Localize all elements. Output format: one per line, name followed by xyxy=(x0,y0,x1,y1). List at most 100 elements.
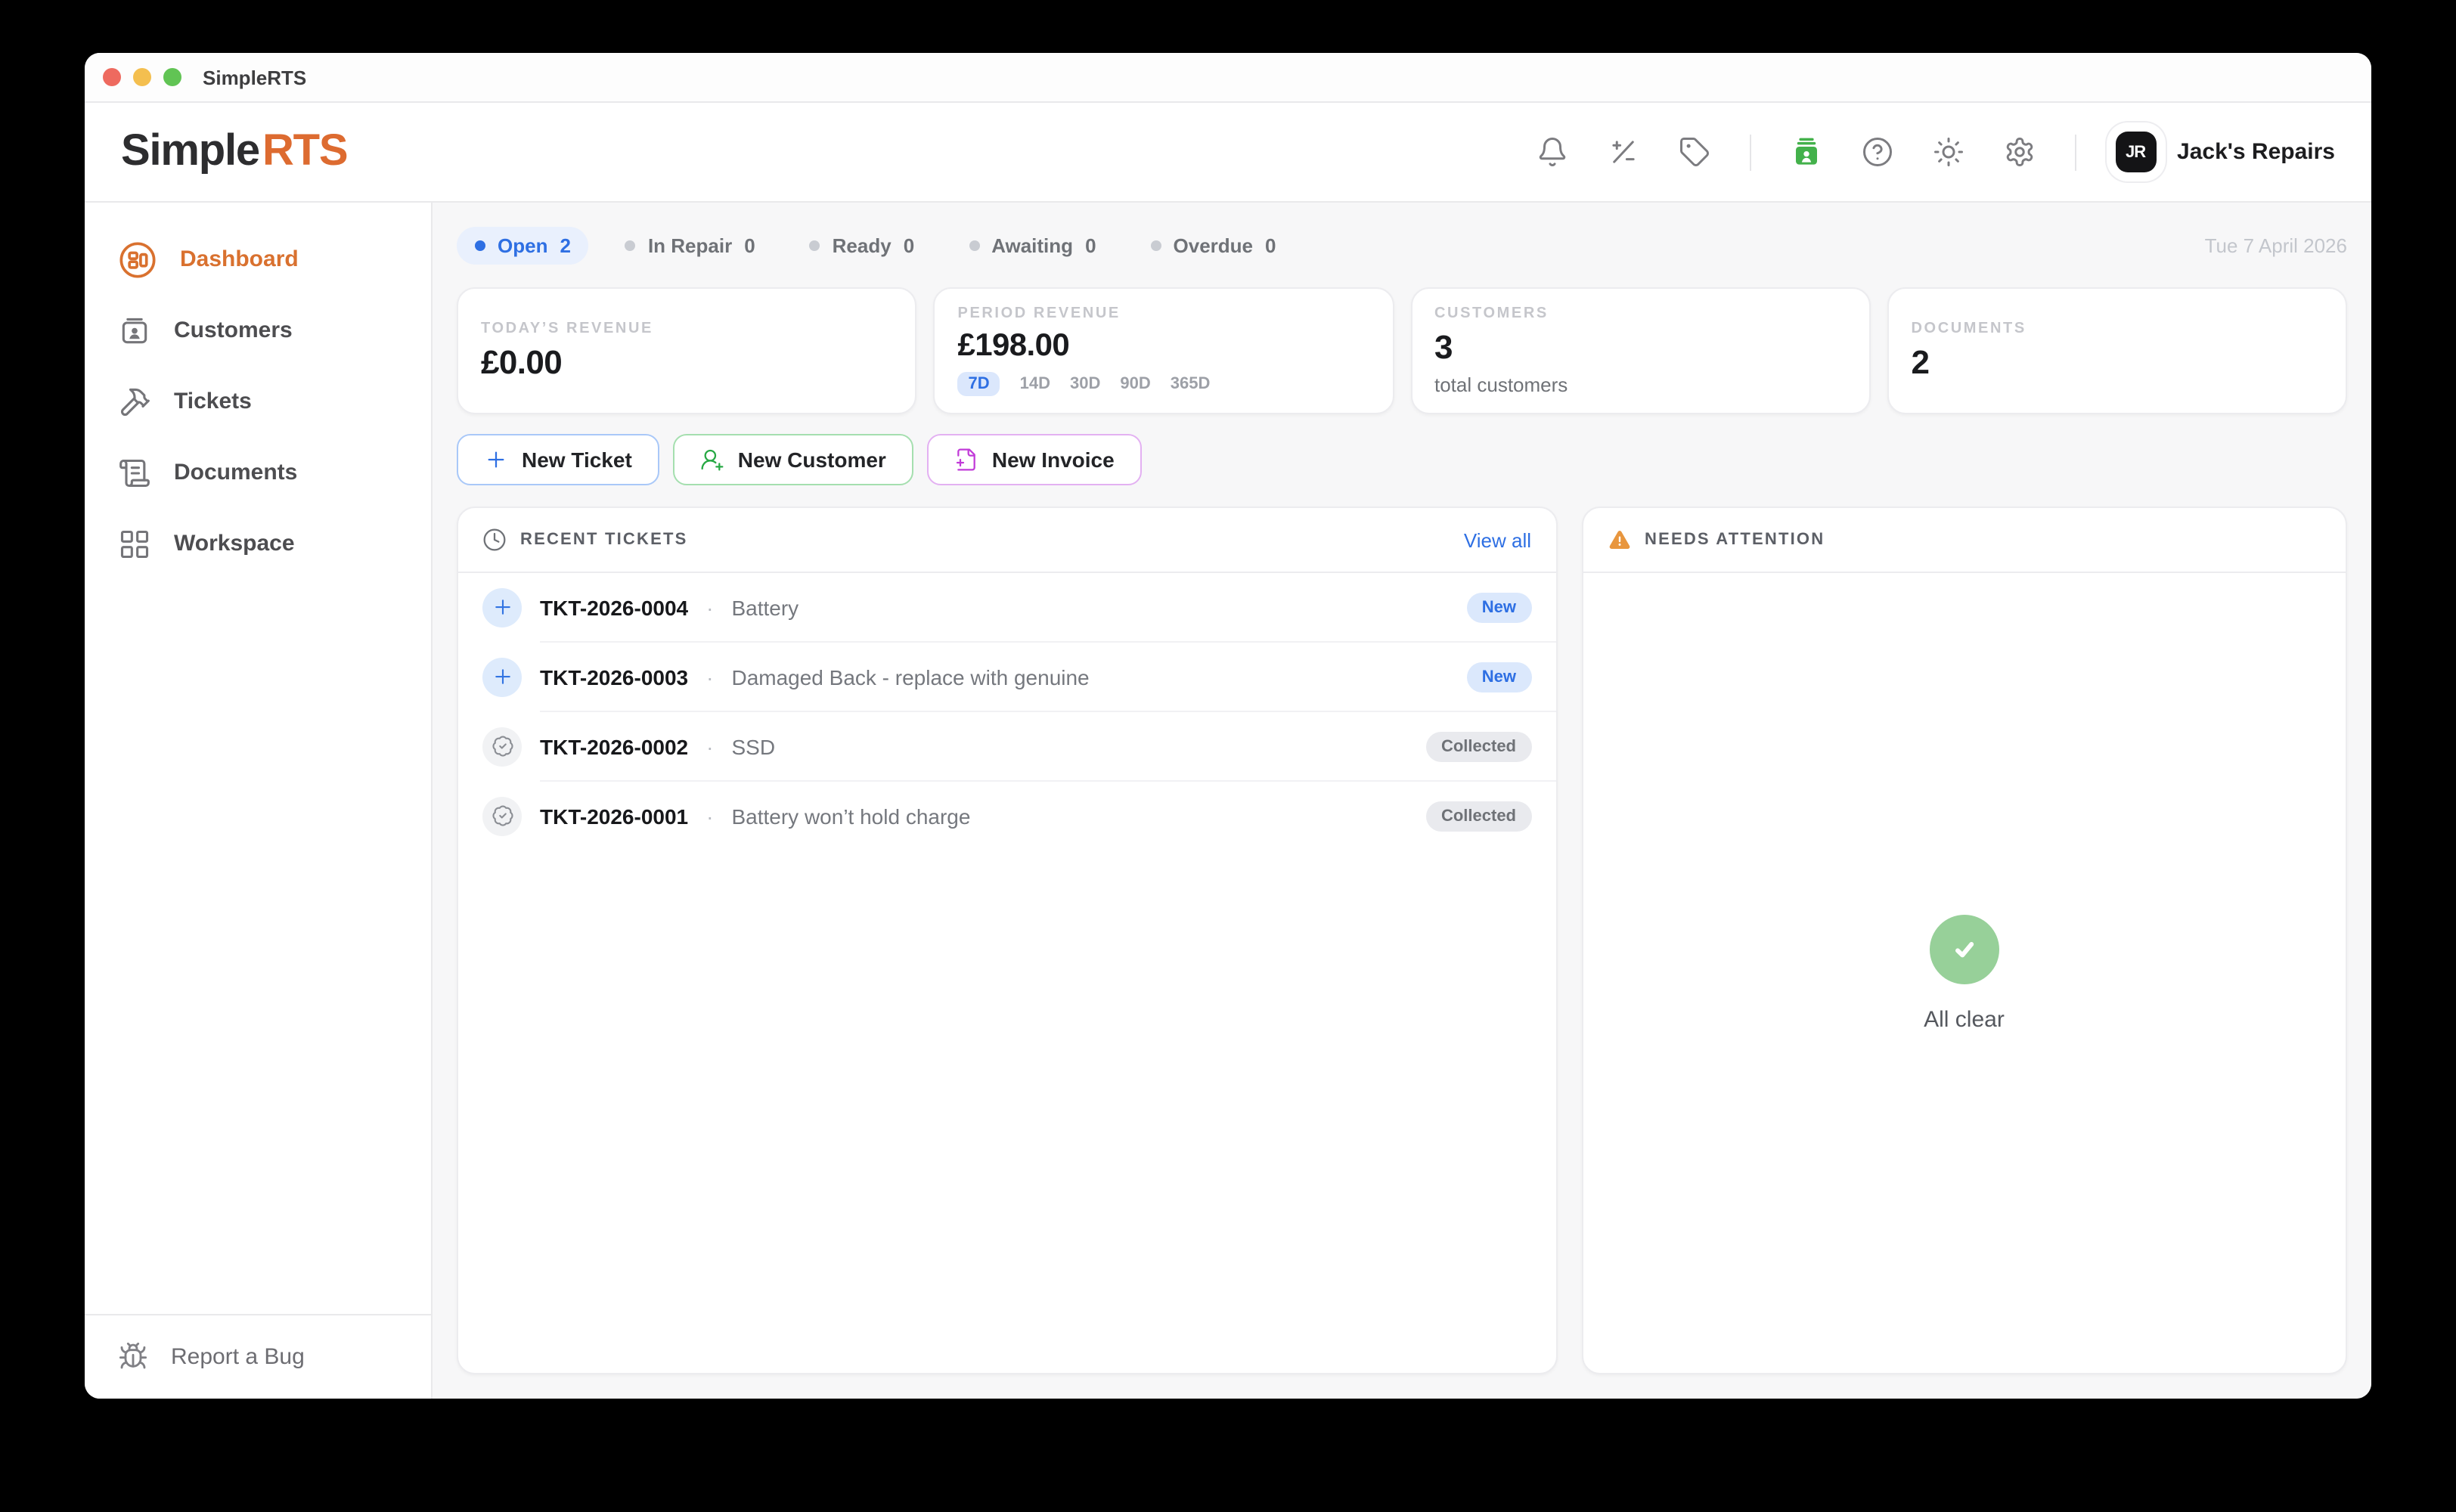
app-logo: Simple RTS xyxy=(121,127,347,177)
new-ticket-button[interactable]: New Ticket xyxy=(457,434,659,485)
dashboard-main: Open 2 In Repair 0 Ready 0 Awaiting 0 xyxy=(433,203,2371,1399)
settings-gear-icon[interactable] xyxy=(2003,136,2035,168)
close-window-button[interactable] xyxy=(103,68,121,86)
panel-title-text: NEEDS ATTENTION xyxy=(1645,531,1825,549)
status-filter-in-repair[interactable]: In Repair 0 xyxy=(607,227,774,265)
minimize-window-button[interactable] xyxy=(133,68,151,86)
status-label: Ready xyxy=(833,234,892,257)
adjustments-plus-minus-icon[interactable] xyxy=(1607,136,1639,168)
ticket-row[interactable]: TKT-2026-0001 · Battery won’t hold charg… xyxy=(458,782,1555,850)
separator: · xyxy=(706,665,713,689)
needs-attention-body: All clear xyxy=(1583,573,2346,1373)
period-selector: 7D 14D 30D 90D 365D xyxy=(958,372,1370,396)
ticket-row[interactable]: TKT-2026-0002 · SSD Collected xyxy=(458,712,1555,780)
todays-revenue-card: TODAY’S REVENUE £0.00 xyxy=(457,287,917,414)
ticket-row[interactable]: TKT-2026-0004 · Battery New xyxy=(458,573,1555,641)
sidebar-item-documents[interactable]: Documents xyxy=(85,437,431,508)
panel-title-text: RECENT TICKETS xyxy=(520,531,688,549)
contact-card-icon[interactable] xyxy=(1790,136,1822,168)
zoom-window-button[interactable] xyxy=(163,68,181,86)
ticket-id: TKT-2026-0003 xyxy=(540,665,688,689)
header-actions: JR Jack's Repairs xyxy=(1536,132,2335,172)
hammer-icon xyxy=(118,385,151,418)
dashboard-panels: RECENT TICKETS View all TKT-2026-0004 · … xyxy=(457,507,2347,1374)
status-dot xyxy=(625,240,636,251)
quick-actions: New Ticket New Customer New Invoice xyxy=(457,434,2347,485)
sidebar-item-label: Workspace xyxy=(174,531,295,556)
current-date: Tue 7 April 2026 xyxy=(2205,234,2347,257)
period-revenue-value: £198.00 xyxy=(958,328,1370,364)
status-filter-overdue[interactable]: Overdue 0 xyxy=(1133,227,1295,265)
ticket-status-badge: New xyxy=(1467,662,1531,692)
period-option-365d[interactable]: 365D xyxy=(1171,375,1211,393)
status-count: 0 xyxy=(1085,234,1096,257)
period-option-14d[interactable]: 14D xyxy=(1020,375,1050,393)
avatar: JR xyxy=(2115,132,2156,172)
customers-card: CUSTOMERS 3 total customers xyxy=(1410,287,1871,414)
ticket-collected-icon xyxy=(482,727,522,766)
period-option-90d[interactable]: 90D xyxy=(1120,375,1150,393)
new-customer-button[interactable]: New Customer xyxy=(673,434,913,485)
status-dot xyxy=(969,240,979,251)
sidebar-item-label: Customers xyxy=(174,318,293,343)
card-label: DOCUMENTS xyxy=(1912,320,2324,336)
content: Dashboard Customers Tickets Documents Wo… xyxy=(85,203,2371,1399)
recent-tickets-title: RECENT TICKETS xyxy=(482,528,688,552)
warning-triangle-icon xyxy=(1607,528,1631,552)
ticket-row[interactable]: TKT-2026-0003 · Damaged Back - replace w… xyxy=(458,643,1555,711)
needs-attention-header: NEEDS ATTENTION xyxy=(1583,508,2346,573)
status-label: Open xyxy=(498,234,547,257)
contact-card-icon xyxy=(118,314,151,347)
user-plus-icon xyxy=(700,448,724,472)
status-count: 0 xyxy=(744,234,755,257)
view-all-link[interactable]: View all xyxy=(1464,528,1531,551)
ticket-new-icon xyxy=(482,657,522,696)
status-count: 0 xyxy=(1265,234,1276,257)
status-dot xyxy=(1151,240,1161,251)
status-filter-open[interactable]: Open 2 xyxy=(457,227,589,265)
ticket-status-badge: Collected xyxy=(1426,731,1531,761)
sidebar-item-label: Dashboard xyxy=(180,246,299,272)
bug-icon xyxy=(118,1341,148,1371)
sidebar-footer: Report a Bug xyxy=(85,1314,431,1399)
sidebar-item-workspace[interactable]: Workspace xyxy=(85,508,431,579)
notifications-bell-icon[interactable] xyxy=(1536,136,1568,168)
header-divider xyxy=(1749,134,1751,170)
period-option-30d[interactable]: 30D xyxy=(1070,375,1100,393)
logo-text-accent: RTS xyxy=(262,127,347,177)
app-window: SimpleRTS Simple RTS xyxy=(85,53,2371,1399)
grid-icon xyxy=(118,527,151,560)
status-label: Overdue xyxy=(1174,234,1254,257)
documents-value: 2 xyxy=(1912,342,2324,382)
status-label: Awaiting xyxy=(991,234,1073,257)
help-icon[interactable] xyxy=(1861,136,1893,168)
status-filter-ready[interactable]: Ready 0 xyxy=(792,227,933,265)
dashboard-icon xyxy=(118,240,157,279)
status-label: In Repair xyxy=(648,234,732,257)
status-dot xyxy=(810,240,820,251)
logo-text-primary: Simple xyxy=(121,127,259,177)
report-bug-button[interactable]: Report a Bug xyxy=(85,1323,431,1390)
account-menu[interactable]: JR Jack's Repairs xyxy=(2115,132,2335,172)
separator: · xyxy=(706,734,713,758)
ticket-status-badge: Collected xyxy=(1426,801,1531,831)
sidebar: Dashboard Customers Tickets Documents Wo… xyxy=(85,203,433,1399)
sidebar-item-tickets[interactable]: Tickets xyxy=(85,366,431,437)
account-name: Jack's Repairs xyxy=(2177,139,2335,165)
tag-icon[interactable] xyxy=(1678,136,1710,168)
needs-attention-title: NEEDS ATTENTION xyxy=(1607,528,1825,552)
todays-revenue-value: £0.00 xyxy=(481,342,893,382)
titlebar: SimpleRTS xyxy=(85,53,2371,103)
status-filter-awaiting[interactable]: Awaiting 0 xyxy=(950,227,1114,265)
card-label: PERIOD REVENUE xyxy=(958,305,1370,322)
new-invoice-button[interactable]: New Invoice xyxy=(927,434,1142,485)
separator: · xyxy=(706,595,713,619)
ticket-description: Battery xyxy=(731,595,799,619)
ticket-description: Damaged Back - replace with genuine xyxy=(731,665,1089,689)
theme-sun-icon[interactable] xyxy=(1932,136,1964,168)
customers-value: 3 xyxy=(1434,328,1847,367)
sidebar-item-dashboard[interactable]: Dashboard xyxy=(85,224,431,295)
sidebar-item-customers[interactable]: Customers xyxy=(85,295,431,366)
clock-icon xyxy=(482,528,507,552)
period-option-7d[interactable]: 7D xyxy=(958,372,1000,396)
